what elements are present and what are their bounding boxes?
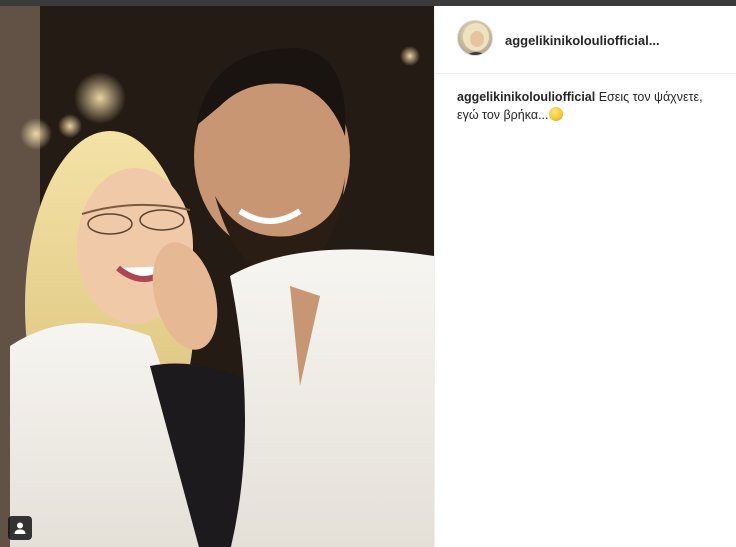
post-username[interactable]: aggelikinikolouliofficial... bbox=[505, 33, 660, 48]
user-tag-icon bbox=[14, 522, 26, 534]
photo-image bbox=[0, 6, 434, 547]
post-sidebar: aggelikinikolouliofficial... aggelikinik… bbox=[434, 6, 736, 547]
user-tag-button[interactable] bbox=[8, 516, 32, 540]
post-caption: aggelikinikolouliofficial Εσεις τον ψάχν… bbox=[457, 88, 707, 124]
profile-avatar-icon bbox=[463, 23, 489, 55]
laughing-face-emoji-icon bbox=[548, 107, 563, 121]
post-photo[interactable] bbox=[0, 6, 434, 547]
post-header: aggelikinikolouliofficial... bbox=[435, 6, 736, 74]
avatar[interactable] bbox=[457, 20, 493, 56]
caption-username[interactable]: aggelikinikolouliofficial bbox=[457, 90, 595, 104]
